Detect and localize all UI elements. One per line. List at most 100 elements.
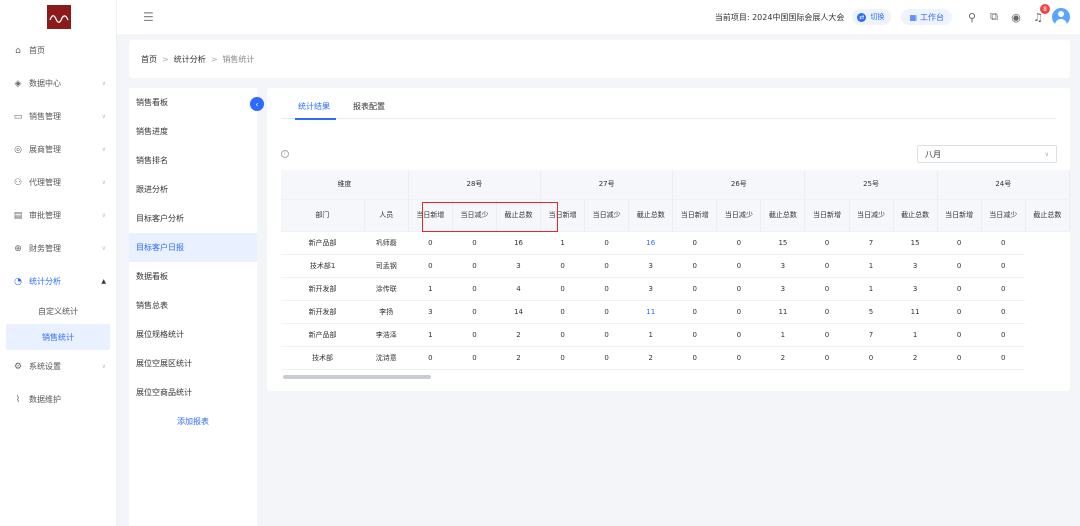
- report-item[interactable]: 目标客户分析: [129, 204, 257, 233]
- avatar[interactable]: [1052, 8, 1070, 26]
- breadcrumb-parent[interactable]: 统计分析: [174, 54, 206, 65]
- value-cell: 0: [408, 346, 453, 370]
- value-cell: 0: [452, 231, 497, 255]
- value-cell: 7: [849, 231, 894, 255]
- report-item[interactable]: 销售看板: [129, 88, 257, 117]
- book-icon[interactable]: ⧉: [986, 9, 1002, 25]
- dimension-header: 维度: [281, 170, 409, 200]
- sidebar-item-label: 销售管理: [29, 112, 61, 121]
- month-value: 八月: [925, 149, 941, 159]
- topbar: ☰ 当前项目: 2024中国国际会展人大会 ⇄ 切换 ▦ 工作台 ⚲ ⧉ ◉ ♫…: [117, 0, 1080, 34]
- sidebar-item[interactable]: ⌇ 数据维护: [0, 383, 116, 416]
- value-cell: 1: [408, 323, 453, 347]
- value-cell: 3: [628, 254, 673, 278]
- value-cell: 0: [981, 346, 1026, 370]
- sidebar-item[interactable]: ◈ 数据中心 ∨: [0, 67, 116, 100]
- chevron-down-icon: ∨: [101, 80, 106, 87]
- value-cell: 1: [408, 277, 453, 301]
- sidebar-item[interactable]: ◎ 展商管理 ∨: [0, 133, 116, 166]
- horizontal-scrollbar[interactable]: [283, 375, 431, 379]
- value-cell: 0: [804, 231, 849, 255]
- person-cell: 沈诗意: [364, 346, 409, 370]
- ai-icon[interactable]: ◉: [1008, 9, 1024, 25]
- switch-project-button[interactable]: ⇄ 切换: [852, 9, 892, 25]
- report-item[interactable]: 跟进分析: [129, 175, 257, 204]
- value-cell: 0: [716, 277, 761, 301]
- value-cell: 0: [981, 300, 1026, 324]
- tab-config[interactable]: 报表配置: [336, 94, 391, 119]
- logo[interactable]: [0, 0, 117, 34]
- sidebar-item[interactable]: ⌂ 首页: [0, 34, 116, 67]
- sidebar-item[interactable]: ⚙ 系统设置 ∨: [0, 350, 116, 383]
- value-cell: 0: [584, 323, 629, 347]
- value-cell: 0: [937, 231, 982, 255]
- value-cell: 0: [672, 254, 717, 278]
- breadcrumb-separator: >: [162, 54, 169, 64]
- sidebar-item[interactable]: ▭ 销售管理 ∨: [0, 100, 116, 133]
- report-item[interactable]: 销售排名: [129, 146, 257, 175]
- chevron-down-icon: ∨: [101, 113, 106, 120]
- value-cell: 3: [893, 277, 938, 301]
- bell-icon[interactable]: ♫ 8: [1030, 4, 1050, 25]
- add-report-button[interactable]: 添加报表: [129, 407, 257, 436]
- value-cell: 0: [716, 231, 761, 255]
- value-cell: 0: [804, 254, 849, 278]
- info-icon[interactable]: i: [281, 150, 289, 158]
- month-select[interactable]: 八月 ∨: [917, 145, 1057, 163]
- value-cell: 0: [937, 254, 982, 278]
- breadcrumb: 首页 > 统计分析 > 销售统计: [129, 40, 1070, 78]
- value-cell: 7: [849, 323, 894, 347]
- value-cell: 0: [981, 254, 1026, 278]
- metric-header: 当日减少: [584, 199, 630, 232]
- metric-header: 当日新增: [408, 199, 453, 232]
- value-cell: 0: [672, 231, 717, 255]
- person-cell: 李浩泽: [364, 323, 409, 347]
- workbench-button[interactable]: ▦ 工作台: [901, 9, 952, 25]
- sidebar-item[interactable]: ▤ 审批管理 ∨: [0, 199, 116, 232]
- sidebar-item[interactable]: ⊕ 财务管理 ∨: [0, 232, 116, 265]
- person-cell: 涂传联: [364, 277, 409, 301]
- sidebar-item[interactable]: ◔ 统计分析 ▲: [0, 265, 116, 298]
- sidebar-subitem[interactable]: 自定义统计: [0, 298, 116, 324]
- sidebar-item-label: 财务管理: [29, 244, 61, 253]
- report-item[interactable]: 销售总表: [129, 291, 257, 320]
- person-cell: 司孟钢: [364, 254, 409, 278]
- breadcrumb-home[interactable]: 首页: [141, 54, 157, 65]
- collapse-panel-button[interactable]: ‹: [250, 97, 264, 111]
- chevron-down-icon: ∨: [1044, 150, 1049, 158]
- sidebar-subitem[interactable]: 销售统计: [6, 324, 110, 350]
- person-header: 人员: [364, 199, 409, 232]
- sidebar-item[interactable]: ⚇ 代理管理 ∨: [0, 166, 116, 199]
- report-item[interactable]: 销售进度: [129, 117, 257, 146]
- report-item[interactable]: 目标客户日报: [129, 233, 257, 262]
- stats-table-wrapper[interactable]: 维度 28号 27号 26号 25号 24号 部门 人员 当日新增 当日减少 截止总数 当日新增 当日减…: [281, 170, 1070, 380]
- value-cell: 3: [408, 300, 453, 324]
- report-item[interactable]: 展位空商品统计: [129, 378, 257, 407]
- value-cell: 0: [408, 254, 453, 278]
- report-item[interactable]: 数据看板: [129, 262, 257, 291]
- value-cell: 0: [804, 323, 849, 347]
- chevron-up-icon: ▲: [101, 278, 106, 285]
- person-cell: 李扬: [364, 300, 409, 324]
- value-cell: 0: [937, 323, 982, 347]
- table-row: 技术部 沈诗意 0 0 2 0 0 2 0 0 2 0 0 2 0 0: [281, 346, 1070, 370]
- pie-chart-icon: ◔: [14, 276, 22, 287]
- dept-cell: 新开发部: [281, 300, 365, 324]
- report-item[interactable]: 展位规格统计: [129, 320, 257, 349]
- date-header: 28号: [408, 170, 542, 200]
- approval-icon: ▤: [13, 210, 23, 221]
- document-icon: ▭: [13, 111, 23, 122]
- value-cell: 0: [672, 277, 717, 301]
- stats-table: 维度 28号 27号 26号 25号 24号 部门 人员 当日新增 当日减少 截止总数 当日新增 当日减…: [281, 170, 1070, 370]
- report-item[interactable]: 展位空展区统计: [129, 349, 257, 378]
- sidebar-item-label: 数据维护: [29, 395, 61, 404]
- search-icon[interactable]: ⚲: [964, 9, 980, 25]
- value-cell: 16: [628, 231, 673, 255]
- value-cell: 0: [937, 346, 982, 370]
- tab-results[interactable]: 统计结果: [281, 94, 336, 120]
- value-cell: 0: [540, 323, 585, 347]
- menu-toggle-icon[interactable]: ☰: [143, 10, 154, 24]
- metric-header: 截止总数: [760, 199, 806, 232]
- sidebar-item-label: 审批管理: [29, 211, 61, 220]
- trend-icon: ⌇: [15, 394, 21, 405]
